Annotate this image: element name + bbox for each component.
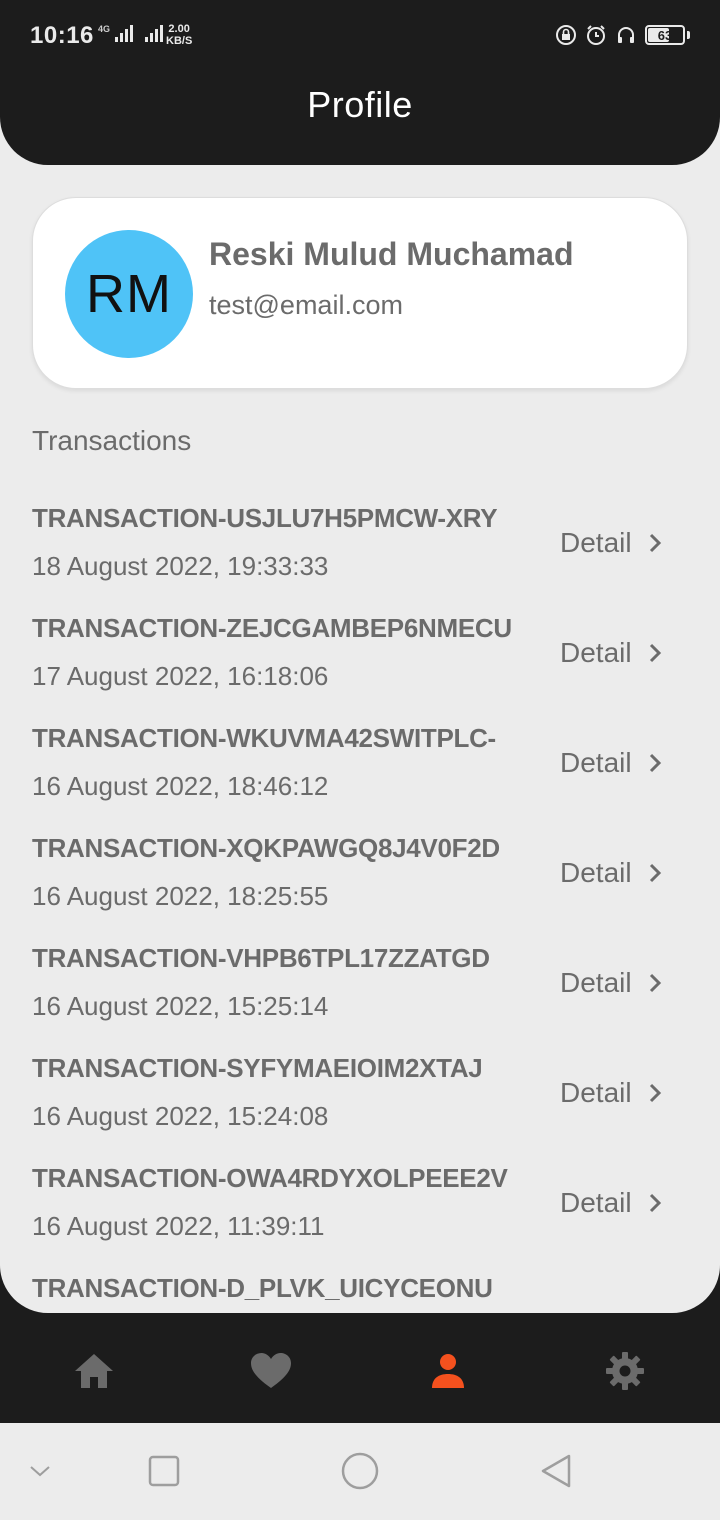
transaction-row[interactable]: TRANSACTION-D_PLVK_UICYCEONU bbox=[0, 1265, 720, 1313]
detail-label: Detail bbox=[560, 857, 632, 888]
home-icon bbox=[75, 1354, 113, 1388]
detail-button[interactable]: Detail bbox=[560, 747, 664, 779]
network-tag: 4G bbox=[98, 24, 111, 34]
chevron-right-icon bbox=[646, 1079, 664, 1107]
nav-profile[interactable] bbox=[426, 1349, 470, 1393]
detail-label: Detail bbox=[560, 1077, 632, 1108]
status-time: 10:16 bbox=[30, 22, 94, 49]
alarm-icon bbox=[585, 24, 607, 46]
transaction-row[interactable]: TRANSACTION-SYFYMAEIOIM2XTAJ 16 August 2… bbox=[0, 1045, 720, 1155]
transaction-row[interactable]: TRANSACTION-ZEJCGAMBEP6NMECU 17 August 2… bbox=[0, 605, 720, 715]
chevron-right-icon bbox=[646, 639, 664, 667]
headphones-icon bbox=[615, 24, 637, 46]
avatar-initials: RM bbox=[86, 264, 172, 324]
transaction-row[interactable]: TRANSACTION-VHPB6TPL17ZZATGD 16 August 2… bbox=[0, 935, 720, 1045]
nav-favorites[interactable] bbox=[249, 1349, 293, 1393]
chevron-right-icon bbox=[646, 529, 664, 557]
person-icon bbox=[432, 1354, 464, 1388]
transaction-date: 16 August 2022, 18:46:12 bbox=[32, 771, 329, 801]
network-indicator: 4G bbox=[98, 24, 164, 42]
nav-settings[interactable] bbox=[603, 1349, 647, 1393]
chevron-right-icon bbox=[646, 969, 664, 997]
detail-button[interactable]: Detail bbox=[560, 1187, 664, 1219]
transactions-title: Transactions bbox=[32, 425, 192, 456]
transaction-id: TRANSACTION-XQKPAWGQ8J4V0F2D bbox=[32, 833, 500, 863]
collapse-nav-button[interactable] bbox=[20, 1451, 60, 1491]
chevron-right-icon bbox=[646, 859, 664, 887]
app-header: Profile bbox=[0, 70, 720, 165]
transaction-row[interactable]: TRANSACTION-USJLU7H5PMCW-XRY 18 August 2… bbox=[0, 495, 720, 605]
gear-icon bbox=[606, 1352, 644, 1390]
battery-icon: 63 bbox=[645, 25, 685, 45]
transaction-id: TRANSACTION-WKUVMA42SWITPLC- bbox=[32, 723, 496, 753]
heart-icon bbox=[251, 1353, 291, 1388]
back-icon bbox=[541, 1454, 571, 1488]
system-nav-bar bbox=[0, 1423, 720, 1520]
profile-content[interactable]: RM Reski Mulud Muchamad test@email.com T… bbox=[0, 115, 720, 1313]
transaction-id: TRANSACTION-OWA4RDYXOLPEEE2V bbox=[32, 1163, 508, 1193]
home-button[interactable] bbox=[340, 1451, 380, 1491]
detail-button[interactable]: Detail bbox=[560, 857, 664, 889]
transaction-id: TRANSACTION-ZEJCGAMBEP6NMECU bbox=[32, 613, 512, 643]
transaction-id: TRANSACTION-USJLU7H5PMCW-XRY bbox=[32, 503, 498, 533]
lock-rotation-icon bbox=[555, 24, 577, 46]
user-email: test@email.com bbox=[209, 290, 403, 320]
user-name: Reski Mulud Muchamad bbox=[209, 236, 574, 272]
network-speed: 2.00 KB/S bbox=[166, 23, 193, 47]
avatar: RM bbox=[65, 230, 193, 358]
transaction-id: TRANSACTION-D_PLVK_UICYCEONU bbox=[32, 1273, 493, 1303]
transaction-list[interactable]: TRANSACTION-USJLU7H5PMCW-XRY 18 August 2… bbox=[0, 495, 720, 1313]
battery-level: 63 bbox=[657, 27, 673, 43]
detail-button[interactable]: Detail bbox=[560, 1077, 664, 1109]
signal-icon bbox=[115, 24, 134, 42]
transaction-date: 16 August 2022, 11:39:11 bbox=[32, 1211, 325, 1241]
signal-icon bbox=[145, 24, 164, 42]
bottom-nav bbox=[0, 1313, 720, 1423]
detail-button[interactable]: Detail bbox=[560, 967, 664, 999]
chevron-right-icon bbox=[646, 1189, 664, 1217]
detail-label: Detail bbox=[560, 1187, 632, 1218]
chevron-right-icon bbox=[646, 749, 664, 777]
transaction-id: TRANSACTION-SYFYMAEIOIM2XTAJ bbox=[32, 1053, 483, 1083]
nav-home[interactable] bbox=[72, 1349, 116, 1393]
detail-label: Detail bbox=[560, 637, 632, 668]
detail-label: Detail bbox=[560, 967, 632, 998]
battery-cap bbox=[687, 31, 690, 39]
detail-button[interactable]: Detail bbox=[560, 527, 664, 559]
transaction-row[interactable]: TRANSACTION-WKUVMA42SWITPLC- 16 August 2… bbox=[0, 715, 720, 825]
detail-label: Detail bbox=[560, 747, 632, 778]
status-bar: 10:16 4G 2.00 KB/S 63 bbox=[0, 0, 720, 70]
detail-label: Detail bbox=[560, 527, 632, 558]
transaction-date: 17 August 2022, 16:18:06 bbox=[32, 661, 329, 691]
transaction-date: 16 August 2022, 18:25:55 bbox=[32, 881, 329, 911]
home-circle-icon bbox=[341, 1452, 379, 1490]
chevron-down-icon bbox=[30, 1466, 50, 1477]
recents-icon bbox=[148, 1455, 180, 1487]
recents-button[interactable] bbox=[144, 1451, 184, 1491]
transaction-date: 16 August 2022, 15:25:14 bbox=[32, 991, 329, 1021]
transaction-id: TRANSACTION-VHPB6TPL17ZZATGD bbox=[32, 943, 490, 973]
detail-button[interactable]: Detail bbox=[560, 637, 664, 669]
transaction-date: 18 August 2022, 19:33:33 bbox=[32, 551, 329, 581]
page-title: Profile bbox=[307, 84, 413, 125]
profile-card: RM Reski Mulud Muchamad test@email.com bbox=[32, 197, 688, 389]
transaction-row[interactable]: TRANSACTION-XQKPAWGQ8J4V0F2D 16 August 2… bbox=[0, 825, 720, 935]
back-button[interactable] bbox=[536, 1451, 576, 1491]
transaction-row[interactable]: TRANSACTION-OWA4RDYXOLPEEE2V 16 August 2… bbox=[0, 1155, 720, 1265]
transaction-date: 16 August 2022, 15:24:08 bbox=[32, 1101, 329, 1131]
